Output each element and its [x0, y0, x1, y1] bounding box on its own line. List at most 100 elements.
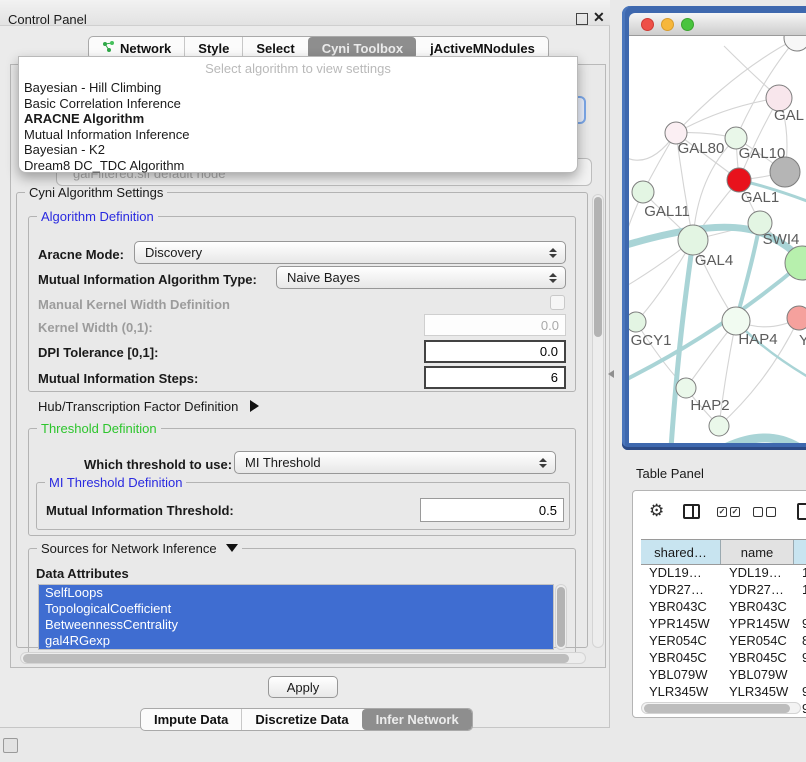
kernel-width-field — [424, 314, 566, 336]
network-node[interactable] — [676, 378, 696, 398]
close-window-icon[interactable]: ✕ — [593, 9, 605, 25]
mac-close-icon[interactable] — [641, 18, 654, 31]
network-edge-highlighted — [629, 263, 802, 381]
dpi-tolerance-field[interactable] — [424, 340, 566, 363]
table-body: YDL19…YDL19…13YDR27…YDR27…12YBR043CYBR04… — [641, 564, 806, 714]
attribute-item-gal4rgexp[interactable]: gal4RGexp — [39, 633, 553, 649]
table-cell: YPR145W — [641, 615, 721, 632]
algorithm-option-aracne-algorithm[interactable]: ARACNE Algorithm — [19, 111, 577, 127]
table-row[interactable]: YBL079WYBL079W — [641, 666, 806, 683]
table-cell: YBL079W — [721, 666, 794, 683]
table-cell: YDL19… — [641, 564, 721, 581]
apply-button[interactable]: Apply — [268, 676, 338, 698]
table-horizontal-scrollbar[interactable] — [641, 702, 801, 714]
network-node-label: GAL1 — [741, 189, 779, 206]
data-attributes-list[interactable]: SelfLoopsTopologicalCoefficientBetweenne… — [38, 584, 554, 650]
network-node[interactable] — [678, 225, 708, 255]
mi-algorithm-type-combobox[interactable]: Naive Bayes — [276, 266, 566, 289]
network-node[interactable] — [787, 306, 806, 330]
table-cell: 9. — [794, 683, 806, 700]
hub-transcription-section-toggle[interactable]: Hub/Transcription Factor Definition — [38, 399, 259, 414]
table-cell — [794, 598, 806, 615]
table-cell: YLR345W — [641, 683, 721, 700]
settings-vertical-scrollbar[interactable] — [592, 194, 604, 648]
uncheck-all-icon[interactable] — [753, 507, 776, 517]
algorithm-option-bayesian-k2[interactable]: Bayesian - K2 — [19, 142, 577, 158]
network-graph: GALGAL80GAL10GAL1GAL11SWI4GAL4GCY1HAP4YH… — [629, 36, 806, 443]
which-threshold-label: Which threshold to use: — [84, 457, 232, 472]
table-column-header-a[interactable]: A — [794, 540, 806, 564]
table-row[interactable]: YDR27…YDR27…12 — [641, 581, 806, 598]
which-threshold-combobox[interactable]: MI Threshold — [234, 451, 556, 474]
table-column-header-name[interactable]: name — [721, 540, 794, 564]
network-node[interactable] — [709, 416, 729, 436]
sources-group-title[interactable]: Sources for Network Inference — [37, 541, 242, 556]
table-cell — [794, 666, 806, 683]
bottom-tab-discretize-data[interactable]: Discretize Data — [241, 709, 361, 730]
network-node-label: HAP4 — [738, 331, 777, 348]
network-tab-icon — [102, 40, 115, 56]
columns-icon[interactable] — [683, 504, 700, 519]
attribute-item-betweennesscentrality[interactable]: BetweennessCentrality — [39, 617, 553, 633]
attribute-item-topologicalcoefficient[interactable]: TopologicalCoefficient — [39, 601, 553, 617]
algorithm-option-mutual-information-inference[interactable]: Mutual Information Inference — [19, 127, 577, 143]
combo-spinner-icon — [539, 458, 547, 468]
network-node-label: GAL80 — [678, 140, 725, 157]
network-node-label: GCY1 — [631, 332, 672, 349]
mi-threshold-field[interactable] — [420, 498, 564, 522]
manual-kernel-width-checkbox — [550, 295, 565, 310]
mac-minimize-icon[interactable] — [661, 18, 674, 31]
table-row[interactable]: YBR045CYBR045C9. — [641, 649, 806, 666]
document-icon[interactable] — [797, 503, 806, 520]
settings-vertical-scrollbar-thumb[interactable] — [594, 197, 602, 337]
attribute-item-selfloops[interactable]: SelfLoops — [39, 585, 553, 601]
algorithm-option-bayesian-hill-climbing[interactable]: Bayesian - Hill Climbing — [19, 80, 577, 96]
settings-horizontal-scrollbar-thumb[interactable] — [23, 654, 569, 663]
mac-zoom-icon[interactable] — [681, 18, 694, 31]
table-row[interactable]: YDL19…YDL19…13 — [641, 564, 806, 581]
algorithm-dropdown-prompt: Select algorithm to view settings — [19, 57, 577, 80]
check-all-icon[interactable]: ✓✓ — [717, 507, 740, 517]
table-row[interactable]: YER054CYER054C8. — [641, 632, 806, 649]
aracne-mode-combobox[interactable]: Discovery — [134, 241, 566, 264]
minimized-panel-icon[interactable] — [3, 738, 18, 753]
network-node[interactable] — [784, 36, 806, 51]
float-window-icon[interactable] — [576, 13, 588, 25]
network-canvas[interactable]: GALGAL80GAL10GAL1GAL11SWI4GAL4GCY1HAP4YH… — [629, 36, 806, 443]
network-node[interactable] — [629, 312, 646, 332]
tab-label: Cyni Toolbox — [322, 41, 403, 56]
network-window-titlebar[interactable] — [629, 13, 806, 36]
table-cell: YLR345W — [721, 683, 794, 700]
splitter-collapse-icon[interactable] — [608, 370, 614, 378]
tab-label: Style — [198, 41, 229, 56]
network-node[interactable] — [632, 181, 654, 203]
table-cell: YBR043C — [721, 598, 794, 615]
combo-spinner-icon — [549, 248, 557, 258]
table-horizontal-scrollbar-thumb[interactable] — [644, 704, 790, 713]
data-attributes-scrollbar[interactable] — [555, 584, 567, 650]
table-cell: YBR043C — [641, 598, 721, 615]
bottom-tab-impute-data[interactable]: Impute Data — [141, 709, 241, 730]
table-row[interactable]: YLR345WYLR345W9. — [641, 683, 806, 700]
table-cell: YPR145W — [721, 615, 794, 632]
mi-algorithm-type-label: Mutual Information Algorithm Type: — [38, 272, 257, 287]
mi-threshold-label: Mutual Information Threshold: — [46, 503, 234, 518]
table-cell: 9. — [794, 649, 806, 666]
cyni-algorithm-settings-title: Cyni Algorithm Settings — [25, 185, 167, 200]
table-panel: ⚙ ✓✓ shared…nameA YDL19…YDL19…13YDR27…YD… — [632, 490, 806, 718]
bottom-tab-infer-network[interactable]: Infer Network — [362, 709, 472, 730]
mi-steps-field[interactable] — [424, 366, 566, 389]
table-cell: 13 — [794, 564, 806, 581]
gear-icon[interactable]: ⚙ — [649, 502, 664, 519]
mi-algorithm-type-value: Naive Bayes — [287, 270, 360, 285]
table-cell: 8. — [794, 632, 806, 649]
settings-horizontal-scrollbar[interactable] — [20, 652, 586, 664]
table-row[interactable]: YBR043CYBR043C — [641, 598, 806, 615]
algorithm-option-basic-correlation-inference[interactable]: Basic Correlation Inference — [19, 96, 577, 112]
network-edge-highlighted — [725, 438, 806, 443]
table-column-header-shared[interactable]: shared… — [641, 540, 721, 564]
algorithm-dropdown-options: Bayesian - Hill ClimbingBasic Correlatio… — [19, 80, 577, 174]
algorithm-option-dream8-dc-tdc-algorithm[interactable]: Dream8 DC_TDC Algorithm — [19, 158, 577, 174]
data-attributes-scrollbar-thumb[interactable] — [557, 587, 565, 647]
table-row[interactable]: YPR145WYPR145W9. — [641, 615, 806, 632]
